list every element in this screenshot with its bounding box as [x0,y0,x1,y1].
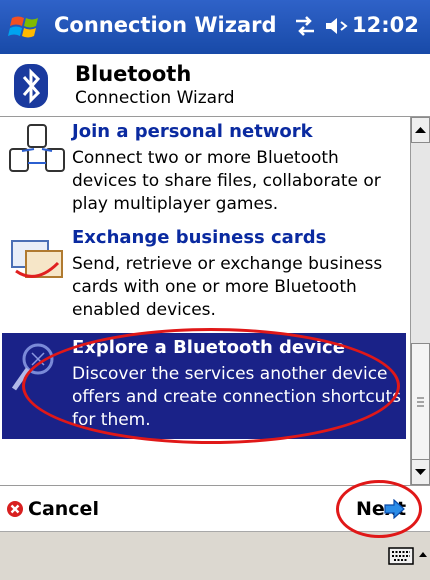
scroll-grip-icon [417,397,424,407]
option-description: Send, retrieve or exchange business card… [72,254,383,320]
option-description: Connect two or more Bluetooth devices to… [72,148,381,214]
clock[interactable]: 12:02 [352,13,419,37]
scroll-thumb[interactable] [411,343,430,461]
header-subtitle: Connection Wizard [75,88,235,108]
window-title: Connection Wizard [54,13,277,37]
options-list: Join a personal network Connect two or m… [0,117,410,485]
connectivity-icon[interactable] [292,15,318,37]
business-cards-icon [11,240,63,278]
option-description: Discover the services another device off… [72,364,401,430]
cancel-button[interactable]: Cancel [28,498,99,520]
input-panel-arrow-icon[interactable] [418,548,428,562]
option-join-personal-network[interactable]: Join a personal network Connect two or m… [2,117,406,223]
wizard-button-bar: Cancel Next [0,485,430,532]
option-explore-bluetooth-device[interactable]: Explore a Bluetooth device Discover the … [2,333,406,439]
explore-device-icon [11,343,54,391]
menu-bar [0,531,430,580]
bluetooth-icon [14,64,48,108]
keyboard-icon[interactable] [388,546,414,566]
wizard-header: Bluetooth Connection Wizard [0,54,430,117]
option-exchange-business-cards[interactable]: Exchange business cards Send, retrieve o… [2,223,406,333]
vertical-scrollbar[interactable] [410,117,430,485]
scroll-down-arrow-icon [415,469,426,475]
title-bar: Connection Wizard 12:02 [0,0,430,54]
option-title: Exchange business cards [72,227,327,248]
scroll-up-button[interactable] [411,117,430,143]
volume-icon[interactable] [324,15,350,37]
windows-start-icon[interactable] [6,12,46,42]
cancel-icon[interactable] [6,500,24,518]
next-arrow-icon[interactable] [382,499,406,519]
option-title: Explore a Bluetooth device [72,337,345,358]
scroll-down-button[interactable] [411,459,430,485]
scroll-up-arrow-icon [415,127,426,133]
personal-network-icon [9,124,65,172]
option-title: Join a personal network [72,121,313,142]
header-title: Bluetooth [75,62,192,86]
